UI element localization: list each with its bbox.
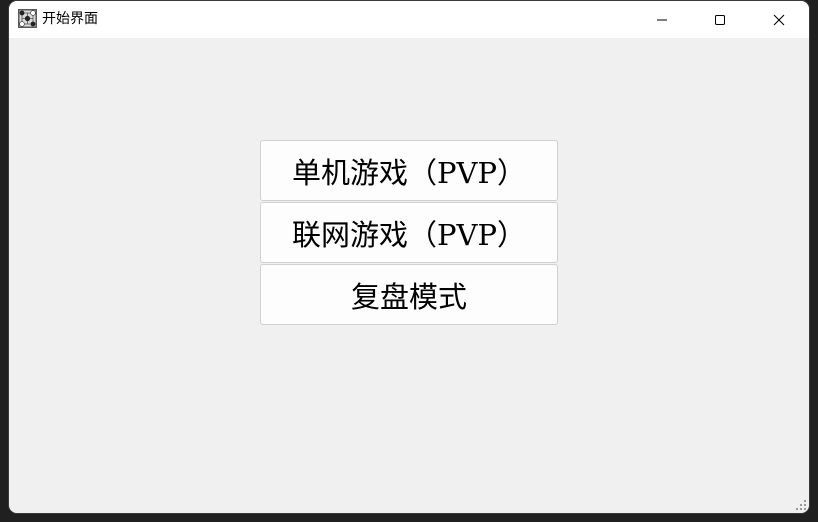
replay-mode-button[interactable]: 复盘模式 [260,264,558,325]
maximize-button[interactable] [691,1,749,38]
close-icon [773,14,785,25]
minimize-icon [657,19,667,20]
main-content: 单机游戏（PVP） 联网游戏（PVP） 复盘模式 [9,38,809,513]
minimize-button[interactable] [633,1,691,38]
online-game-button[interactable]: 联网游戏（PVP） [260,202,558,263]
window-title: 开始界面 [42,11,98,27]
close-button[interactable] [749,1,809,38]
app-window: 开始界面 单机游戏（PVP） 联网游戏（PVP） 复盘模式 [9,1,809,513]
go-board-icon [18,9,37,28]
maximize-icon [715,14,725,25]
title-bar[interactable]: 开始界面 [9,1,809,38]
single-player-button[interactable]: 单机游戏（PVP） [260,140,558,201]
resize-grip-icon[interactable] [796,500,806,510]
